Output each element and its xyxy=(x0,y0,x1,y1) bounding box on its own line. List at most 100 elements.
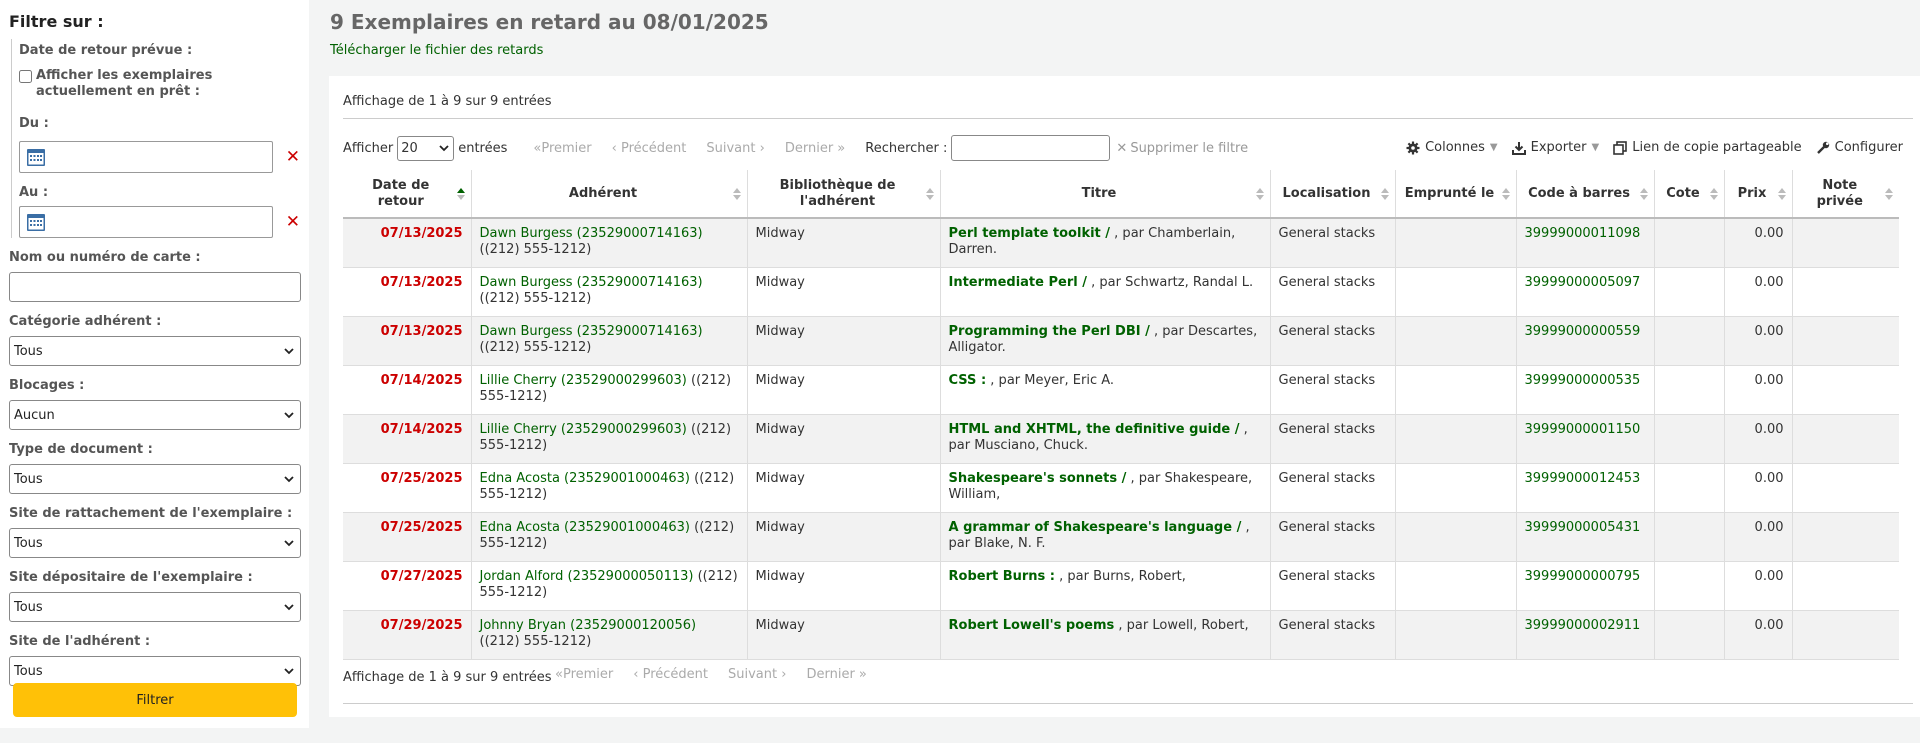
column-header-patron-library[interactable]: Bibliothèque de l'adhérent xyxy=(747,170,941,219)
column-header-callnumber[interactable]: Cote xyxy=(1654,170,1725,219)
configure-button[interactable]: Configurer xyxy=(1816,140,1903,155)
pager-last-bottom[interactable]: Dernier » xyxy=(806,667,866,682)
title-link[interactable]: Robert Burns : xyxy=(949,569,1056,584)
column-header-barcode[interactable]: Code à barres xyxy=(1516,170,1655,219)
pager-last[interactable]: Dernier » xyxy=(785,141,845,156)
filter-button[interactable]: Filtrer xyxy=(13,683,297,717)
patron-link[interactable]: Johnny Bryan (23529000120056) xyxy=(480,618,697,633)
patron-link[interactable]: Edna Acosta (23529001000463) xyxy=(480,520,690,535)
due-date-cell: 07/14/2025 xyxy=(343,365,472,415)
library-cell: Midway xyxy=(747,267,941,317)
pager-prev[interactable]: ‹ Précédent xyxy=(612,141,687,156)
export-button[interactable]: Exporter ▼ xyxy=(1511,140,1599,155)
title-link[interactable]: Intermediate Perl / xyxy=(949,275,1087,290)
due-date-cell: 07/13/2025 xyxy=(343,218,472,268)
patronbranch-select[interactable]: Tous xyxy=(9,656,301,686)
barcode-link[interactable]: 39999000000795 xyxy=(1525,569,1641,584)
patron-cell: Lillie Cherry (23529000299603) ((212) 55… xyxy=(471,414,748,464)
patron-link[interactable]: Lillie Cherry (23529000299603) xyxy=(480,373,687,388)
barcode-link[interactable]: 39999000000559 xyxy=(1525,324,1641,339)
column-header-patron[interactable]: Adhérent xyxy=(471,170,748,219)
clear-filter-button[interactable]: ✕ Supprimer le filtre xyxy=(1116,141,1248,156)
patron-link[interactable]: Lillie Cherry (23529000299603) xyxy=(480,422,687,437)
patron-link[interactable]: Edna Acosta (23529001000463) xyxy=(480,471,690,486)
patron-link[interactable]: Dawn Burgess (23529000714163) xyxy=(480,275,703,290)
title-link[interactable]: HTML and XHTML, the definitive guide / xyxy=(949,422,1240,437)
gear-icon xyxy=(1406,141,1420,154)
columns-button[interactable]: Colonnes ▼ xyxy=(1406,140,1498,155)
checkout-date-cell xyxy=(1395,561,1517,611)
column-header-location[interactable]: Localisation xyxy=(1270,170,1396,219)
to-date-input[interactable] xyxy=(19,206,273,238)
barcode-link[interactable]: 39999000011098 xyxy=(1525,226,1641,241)
sort-icon xyxy=(1777,187,1786,200)
title-cell: Shakespeare's sonnets / , par Shakespear… xyxy=(940,463,1271,513)
due-date-cell: 07/29/2025 xyxy=(343,610,472,660)
patron-field-group: Nom ou numéro de carte : xyxy=(9,250,301,302)
pager-prev-bottom[interactable]: ‹ Précédent xyxy=(633,667,708,682)
patron-link[interactable]: Dawn Burgess (23529000714163) xyxy=(480,226,703,241)
barcode-link[interactable]: 39999000001150 xyxy=(1525,422,1641,437)
table-toolbar: Afficher 20 entrées «Premier ‹ Précédent… xyxy=(343,133,1913,163)
close-icon: ✕ xyxy=(1116,140,1128,156)
table-row: 07/25/2025 Edna Acosta (23529001000463) (… xyxy=(343,512,1899,562)
barcode-link[interactable]: 39999000005097 xyxy=(1525,275,1641,290)
pager-first-label: Premier xyxy=(562,667,614,682)
title-link[interactable]: Robert Lowell's poems xyxy=(949,618,1115,633)
homebranch-select[interactable]: Tous xyxy=(9,528,301,558)
page-size-select[interactable]: 20 xyxy=(397,135,455,161)
library-cell: Midway xyxy=(747,561,941,611)
table-info-bottom: Affichage de 1 à 9 sur 9 entrées xyxy=(343,670,552,685)
pager-first[interactable]: «Premier xyxy=(533,141,591,156)
title-link[interactable]: Perl template toolkit / xyxy=(949,226,1111,241)
column-header-checkout-date[interactable]: Emprunté le xyxy=(1395,170,1517,219)
show-checked-out-checkbox[interactable] xyxy=(19,70,32,83)
column-header-title[interactable]: Titre xyxy=(940,170,1271,219)
column-header-date-due[interactable]: Date de retour xyxy=(343,170,472,219)
clear-to-date-icon[interactable]: ✕ xyxy=(286,213,300,231)
pager-first-bottom[interactable]: «Premier xyxy=(555,667,613,682)
category-select[interactable]: Tous xyxy=(9,336,301,366)
title-link[interactable]: Shakespeare's sonnets / xyxy=(949,471,1127,486)
barcode-link[interactable]: 39999000002911 xyxy=(1525,618,1641,633)
chevron-down-icon xyxy=(284,412,294,419)
table-body: 07/13/2025 Dawn Burgess (23529000714163) … xyxy=(343,218,1899,660)
clear-from-date-icon[interactable]: ✕ xyxy=(286,148,300,166)
barcode-link[interactable]: 39999000005431 xyxy=(1525,520,1641,535)
restrictions-select[interactable]: Aucun xyxy=(9,400,301,430)
wrench-icon xyxy=(1816,141,1829,154)
barcode-link[interactable]: 39999000000535 xyxy=(1525,373,1641,388)
sort-icon xyxy=(925,187,934,200)
title-link[interactable]: Programming the Perl DBI / xyxy=(949,324,1150,339)
column-header-price[interactable]: Prix xyxy=(1724,170,1793,219)
table-row: 07/13/2025 Dawn Burgess (23529000714163) … xyxy=(343,267,1899,317)
private-note-cell xyxy=(1792,561,1899,611)
patron-cell: Dawn Burgess (23529000714163) ((212) 555… xyxy=(471,316,748,366)
calendar-icon[interactable] xyxy=(26,147,46,167)
show-label: Afficher xyxy=(343,140,394,156)
title-link[interactable]: A grammar of Shakespeare's language / xyxy=(949,520,1242,535)
sort-icon xyxy=(1709,187,1718,200)
pager-next-bottom[interactable]: Suivant › xyxy=(728,667,786,682)
due-date-label: Date de retour prévue : xyxy=(19,43,193,58)
library-cell: Midway xyxy=(747,414,941,464)
calendar-icon[interactable] xyxy=(26,212,46,232)
private-note-cell xyxy=(1792,463,1899,513)
share-link-button[interactable]: Lien de copie partageable xyxy=(1613,140,1802,155)
location-cell: General stacks xyxy=(1270,267,1396,317)
column-header-private-note[interactable]: Note privée xyxy=(1792,170,1899,219)
barcode-link[interactable]: 39999000012453 xyxy=(1525,471,1641,486)
price-cell: 0.00 xyxy=(1724,610,1793,660)
holdingbranch-select[interactable]: Tous xyxy=(9,592,301,622)
pager-next[interactable]: Suivant › xyxy=(706,141,764,156)
from-date-input[interactable] xyxy=(19,141,273,173)
patron-input[interactable] xyxy=(9,272,301,302)
search-input[interactable] xyxy=(951,135,1111,161)
title-link[interactable]: CSS : xyxy=(949,373,987,388)
patron-link[interactable]: Dawn Burgess (23529000714163) xyxy=(480,324,703,339)
download-overdues-link[interactable]: Télécharger le fichier des retards xyxy=(330,43,543,58)
itemtype-select[interactable]: Tous xyxy=(9,464,301,494)
overdues-table: Date de retour Adhérent Bibliothèque de l'… xyxy=(343,170,1899,660)
checkout-date-cell xyxy=(1395,218,1517,268)
patron-link[interactable]: Jordan Alford (23529000050113) xyxy=(480,569,694,584)
